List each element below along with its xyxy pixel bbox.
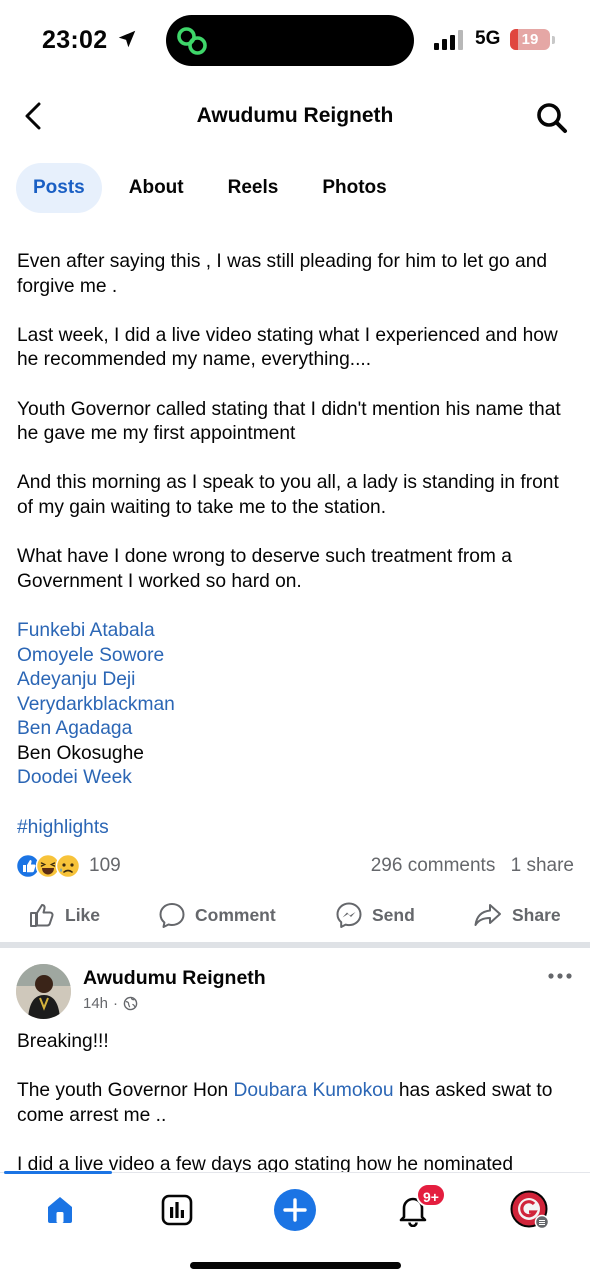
share-label: Share <box>512 904 561 925</box>
share-arrow-icon <box>474 904 501 926</box>
network-type: 5G <box>475 28 501 49</box>
tab-reels[interactable]: Reels <box>211 163 296 213</box>
battery-icon: 19 <box>510 29 550 50</box>
share-button[interactable]: Share <box>473 892 561 938</box>
nav-dashboard[interactable] <box>152 1185 202 1235</box>
tag-link[interactable]: Omoyele Sowore <box>17 644 577 669</box>
post-paragraph: Even after saying this , I was still ple… <box>17 251 548 297</box>
page-title: Awudumu Reigneth <box>196 104 394 127</box>
tag-link[interactable]: Funkebi Atabala <box>17 619 577 644</box>
tab-about[interactable]: About <box>112 163 201 213</box>
cell-signal-icon <box>434 30 463 50</box>
post-divider <box>0 942 590 948</box>
reaction-count: 109 <box>89 855 121 876</box>
post-paragraph: Last week, I did a live video stating wh… <box>17 324 558 371</box>
meta-separator: · <box>113 995 119 1012</box>
tag-link[interactable]: Ben Agadaga <box>17 717 577 742</box>
status-bar: 23:02 5G 19 <box>0 0 590 80</box>
home-indicator[interactable] <box>190 1262 401 1269</box>
post-author[interactable]: Awudumu Reigneth <box>83 967 266 990</box>
reaction-icons <box>16 853 81 879</box>
profile-tabs: Posts About Reels Photos <box>16 162 414 214</box>
link-rings-icon <box>177 27 207 55</box>
battery-level: 19 <box>521 31 539 48</box>
post-paragraph: Youth Governor called stating that I did… <box>17 398 561 445</box>
profile-avatar-icon <box>510 1190 550 1230</box>
post-body: Even after saying this , I was still ple… <box>17 250 577 840</box>
nav-create[interactable] <box>270 1185 320 1235</box>
globe-icon <box>123 996 138 1011</box>
dashboard-icon <box>161 1194 193 1226</box>
reactions-summary[interactable]: 109 296 comments 1 share <box>16 852 574 880</box>
post-paragraph: And this morning as I speak to you all, … <box>17 472 559 518</box>
avatar-photo <box>16 964 71 1019</box>
active-tab-indicator <box>4 1171 112 1174</box>
nav-profile[interactable] <box>505 1185 555 1235</box>
location-arrow-icon <box>118 30 136 48</box>
comment-count[interactable]: 296 comments <box>371 855 496 876</box>
post-meta: 14h · <box>83 995 138 1012</box>
comment-button[interactable]: Comment <box>158 892 276 938</box>
like-button[interactable]: Like <box>28 892 100 938</box>
messenger-icon <box>336 902 362 928</box>
thumbs-up-icon <box>30 904 54 927</box>
post-text: The youth Governor Hon <box>17 1080 234 1102</box>
post-paragraph: The youth Governor Hon Doubara Kumokou h… <box>17 1079 577 1128</box>
comment-label: Comment <box>195 904 276 925</box>
send-button[interactable]: Send <box>335 892 415 938</box>
like-label: Like <box>65 904 101 925</box>
hashtag-link[interactable]: #highlights <box>17 816 577 841</box>
comment-bubble-icon <box>159 903 185 928</box>
notification-badge: 9+ <box>416 1183 446 1207</box>
nav-home[interactable] <box>35 1185 85 1235</box>
engagement-counts: 296 comments 1 share <box>361 855 574 877</box>
tagged-people: Funkebi Atabala Omoyele Sowore Adeyanju … <box>17 619 577 791</box>
home-icon <box>48 1197 72 1223</box>
search-icon[interactable] <box>534 100 570 136</box>
tag-link[interactable]: Verydarkblackman <box>17 693 577 718</box>
post-paragraph: What have I done wrong to deserve such t… <box>17 546 512 592</box>
battery-nub <box>552 36 555 44</box>
profile-header: Awudumu Reigneth <box>0 92 590 144</box>
post2-body: Breaking!!! The youth Governor Hon Douba… <box>17 1030 577 1153</box>
tag-link[interactable]: Adeyanju Deji <box>17 668 577 693</box>
mention-link[interactable]: Doubara Kumokou <box>234 1080 394 1101</box>
post-actions: Like Comment Send Share <box>0 892 590 938</box>
tag-link[interactable]: Doodei Week <box>17 766 577 791</box>
send-label: Send <box>372 904 415 925</box>
sad-reaction-icon <box>55 853 81 879</box>
share-count[interactable]: 1 share <box>511 855 574 876</box>
avatar[interactable] <box>16 964 71 1019</box>
tag-text: Ben Okosughe <box>17 742 144 764</box>
post-time[interactable]: 14h <box>83 995 108 1012</box>
more-options-icon[interactable] <box>546 968 574 984</box>
plus-icon <box>274 1189 316 1231</box>
tab-photos[interactable]: Photos <box>305 163 403 213</box>
post-paragraph: Breaking!!! <box>17 1031 109 1052</box>
status-time: 23:02 <box>42 26 108 54</box>
tab-posts[interactable]: Posts <box>16 163 102 213</box>
